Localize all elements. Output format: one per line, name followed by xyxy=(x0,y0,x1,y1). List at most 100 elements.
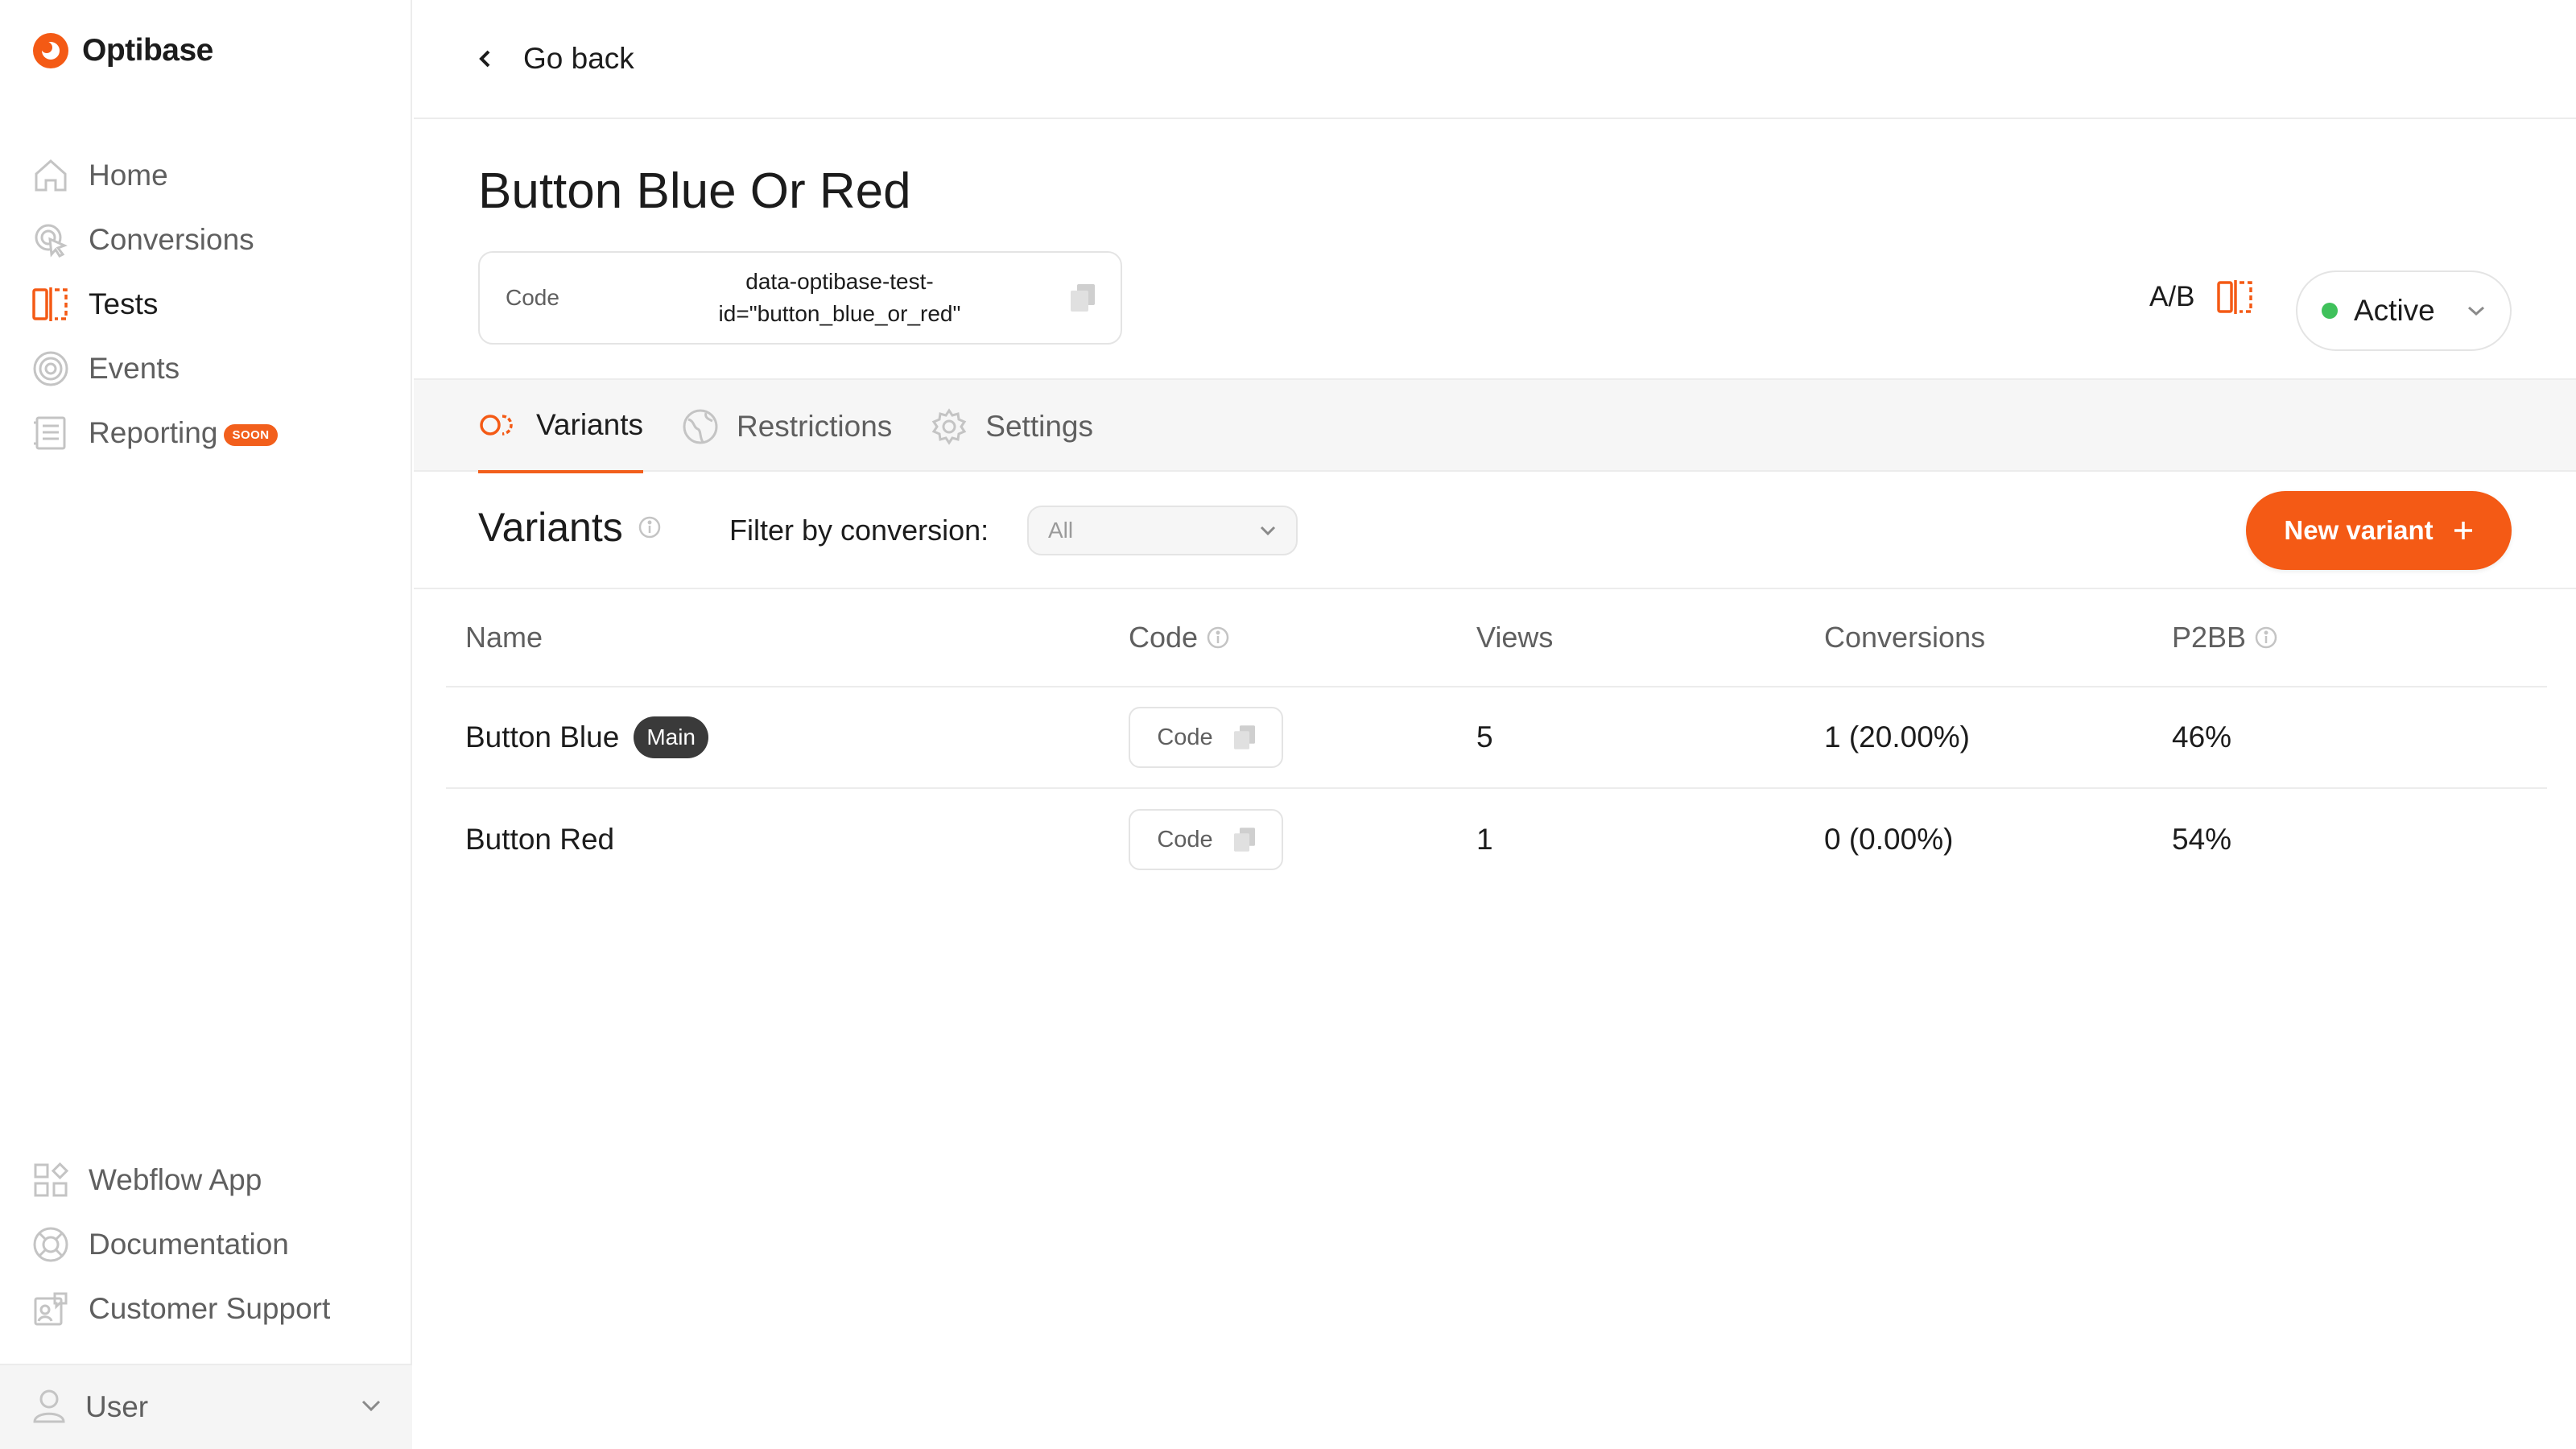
report-icon xyxy=(31,413,71,453)
variant-name-cell: Button Red xyxy=(446,823,1129,857)
p2bb-cell: 54% xyxy=(2172,823,2232,856)
chevron-left-icon[interactable] xyxy=(475,48,496,69)
variants-toolbar: Variants Filter by conversion: All New v… xyxy=(414,472,2576,589)
sidebar-item-customer-support[interactable]: Customer Support xyxy=(31,1277,385,1341)
sidebar-item-events[interactable]: Events xyxy=(31,336,385,401)
sidebar-item-home[interactable]: Home xyxy=(31,143,385,208)
sidebar-item-label: Tests xyxy=(89,287,159,320)
sidebar-item-label: Home xyxy=(89,159,168,192)
column-header-views: Views xyxy=(1476,621,1554,654)
sidebar-item-webflow-app[interactable]: Webflow App xyxy=(31,1148,385,1212)
variants-table: Name Code Views Conversions P2BB Button … xyxy=(446,589,2547,890)
code-button-label: Code xyxy=(1157,826,1213,852)
copy-icon[interactable] xyxy=(1071,284,1095,312)
table-row[interactable]: Button Blue Main Code 5 1 (20.00%) 46% xyxy=(446,687,2547,789)
column-header-p2bb-label: P2BB xyxy=(2172,621,2247,654)
conversions-cell: 1 (20.00%) xyxy=(1824,720,1970,753)
copy-icon xyxy=(1233,828,1255,852)
ab-split-icon xyxy=(2217,280,2253,314)
table-row[interactable]: Button Red Code 1 0 (0.00%) 54% xyxy=(446,789,2547,890)
copy-code-button[interactable]: Code xyxy=(1129,707,1283,768)
ab-split-icon xyxy=(31,284,71,324)
variants-heading: Variants xyxy=(478,505,623,550)
tab-label: Restrictions xyxy=(737,410,893,443)
test-code-box: Code data-optibase-test-id="button_blue_… xyxy=(478,251,1122,345)
conversions-cell: 0 (0.00%) xyxy=(1824,823,1954,856)
status-dot-icon xyxy=(2322,303,2338,319)
chevron-down-icon xyxy=(2468,306,2484,316)
top-bar: Go back xyxy=(414,0,2576,119)
code-label: Code xyxy=(506,285,559,310)
column-header-code-label: Code xyxy=(1129,621,1199,654)
app-name: Optibase xyxy=(82,33,213,68)
soon-badge: SOON xyxy=(224,423,278,446)
variant-name: Button Red xyxy=(465,823,615,856)
page-title: Button Blue Or Red xyxy=(478,163,911,219)
tabs: Variants Restrictions Settings xyxy=(478,380,1093,473)
main-nav: Home Conversions Tests Events Reporting S… xyxy=(31,143,385,465)
copy-code-button[interactable]: Code xyxy=(1129,809,1283,870)
status-dropdown[interactable]: Active xyxy=(2296,270,2512,351)
user-name: User xyxy=(85,1390,149,1423)
column-header-conversions: Conversions xyxy=(1824,621,1986,654)
table-header: Name Code Views Conversions P2BB xyxy=(446,589,2547,687)
cursor-click-icon xyxy=(31,220,71,260)
home-icon xyxy=(31,155,71,196)
tab-variants[interactable]: Variants xyxy=(478,380,643,473)
filter-value: All xyxy=(1048,518,1074,543)
p2bb-cell: 46% xyxy=(2172,720,2232,753)
sidebar-item-label: Conversions xyxy=(89,223,254,256)
globe-icon xyxy=(683,409,718,444)
section-title: Variants xyxy=(478,504,662,551)
sidebar-item-label: Documentation xyxy=(89,1228,289,1261)
test-type-label: A/B xyxy=(2149,281,2195,312)
reporting-label: Reporting xyxy=(89,416,218,449)
info-icon[interactable] xyxy=(638,515,662,539)
info-icon[interactable] xyxy=(2254,625,2278,650)
test-type: A/B xyxy=(2149,280,2256,314)
variant-code-cell: Code xyxy=(1129,707,1476,768)
sidebar-item-label: Customer Support xyxy=(89,1292,331,1325)
views-cell: 1 xyxy=(1476,823,1493,856)
sidebar-item-tests[interactable]: Tests xyxy=(31,272,385,336)
new-variant-label: New variant xyxy=(2284,515,2434,545)
variant-code-cell: Code xyxy=(1129,809,1476,870)
optibase-logo-icon xyxy=(33,33,68,68)
test-header: Button Blue Or Red Code data-optibase-te… xyxy=(414,119,2576,378)
code-button-label: Code xyxy=(1157,724,1213,750)
tab-settings[interactable]: Settings xyxy=(931,380,1093,473)
sidebar: Optibase Home Conversions Tests Events R… xyxy=(0,0,412,1449)
plus-icon xyxy=(2454,522,2472,539)
new-variant-button[interactable]: New variant xyxy=(2246,491,2512,570)
variant-name: Button Blue xyxy=(465,720,620,753)
tab-label: Settings xyxy=(985,410,1093,443)
secondary-nav: Webflow App Documentation Customer Suppo… xyxy=(31,1148,385,1341)
tab-label: Variants xyxy=(536,408,643,441)
column-header-code: Code xyxy=(1129,621,1476,654)
sidebar-item-label: Events xyxy=(89,352,180,385)
gear-icon xyxy=(932,408,967,445)
lifebuoy-icon xyxy=(31,1224,71,1265)
sidebar-item-label: Webflow App xyxy=(89,1163,262,1196)
variants-icon xyxy=(480,415,513,436)
copy-icon xyxy=(1233,725,1255,749)
logo[interactable]: Optibase xyxy=(31,31,213,71)
user-menu[interactable]: User xyxy=(0,1364,412,1449)
chevron-down-icon xyxy=(361,1399,382,1416)
views-cell: 5 xyxy=(1476,720,1493,753)
tab-restrictions[interactable]: Restrictions xyxy=(682,380,892,473)
filter-label: Filter by conversion: xyxy=(729,514,989,547)
conversion-filter-select[interactable]: All xyxy=(1027,506,1298,555)
support-icon xyxy=(31,1289,71,1329)
go-back-link[interactable]: Go back xyxy=(523,42,634,76)
sidebar-item-conversions[interactable]: Conversions xyxy=(31,208,385,272)
target-icon xyxy=(31,349,71,389)
column-header-name: Name xyxy=(465,621,543,654)
sidebar-item-documentation[interactable]: Documentation xyxy=(31,1212,385,1277)
status-label: Active xyxy=(2354,294,2435,327)
user-icon xyxy=(31,1387,68,1428)
tabs-bar: Variants Restrictions Settings xyxy=(414,378,2576,473)
sidebar-item-reporting[interactable]: Reporting SOON xyxy=(31,401,385,465)
column-header-p2bb: P2BB xyxy=(2172,621,2413,654)
info-icon[interactable] xyxy=(1206,625,1230,650)
